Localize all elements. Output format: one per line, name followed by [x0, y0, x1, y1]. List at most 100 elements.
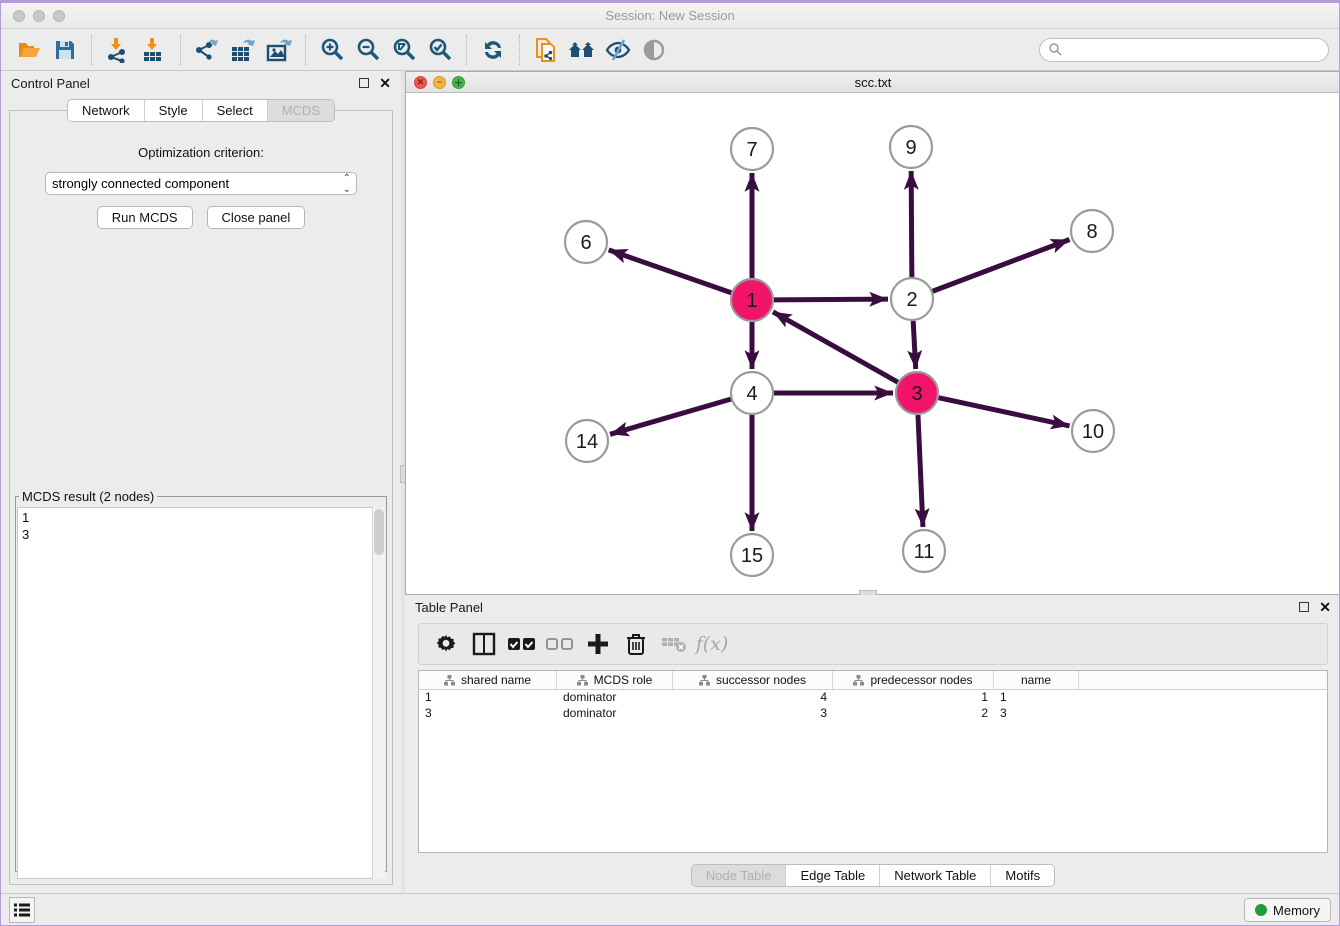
- export-table-button[interactable]: [225, 33, 261, 67]
- node-15[interactable]: 15: [731, 534, 773, 576]
- node-11[interactable]: 11: [903, 530, 945, 572]
- edge-3-1[interactable]: [773, 312, 898, 382]
- svg-text:1: 1: [746, 290, 757, 312]
- import-table-button[interactable]: [136, 33, 172, 67]
- column-header-predecessor-nodes[interactable]: predecessor nodes: [833, 671, 994, 689]
- edge-3-11[interactable]: [918, 415, 923, 527]
- tab-network-table[interactable]: Network Table: [879, 865, 990, 886]
- edge-1-2[interactable]: [774, 299, 888, 300]
- cell-successor-nodes[interactable]: 3: [673, 706, 833, 722]
- svg-text:2: 2: [906, 289, 917, 311]
- cell-predecessor-nodes[interactable]: 2: [833, 706, 994, 722]
- node-3[interactable]: 3: [896, 372, 938, 414]
- network-canvas[interactable]: 7 9 6 8 1 2 4 3 14 10 15 11: [406, 93, 1340, 594]
- zoom-out-button[interactable]: [350, 33, 386, 67]
- cell-predecessor-nodes[interactable]: 1: [833, 690, 994, 706]
- delete-table-button[interactable]: [657, 627, 691, 661]
- node-1[interactable]: 1: [731, 279, 773, 321]
- tab-style[interactable]: Style: [144, 100, 202, 121]
- split-column-button[interactable]: [467, 627, 501, 661]
- node-14[interactable]: 14: [566, 420, 608, 462]
- zoom-selected-button[interactable]: [422, 33, 458, 67]
- criterion-dropdown[interactable]: strongly connected component ⌃⌄: [45, 172, 357, 195]
- tab-edge-table[interactable]: Edge Table: [785, 865, 879, 886]
- deselect-all-button[interactable]: [543, 627, 577, 661]
- search-icon: [1048, 42, 1063, 57]
- zoom-window-button[interactable]: [53, 10, 65, 22]
- tab-node-table[interactable]: Node Table: [692, 865, 786, 886]
- node-10[interactable]: 10: [1072, 410, 1114, 452]
- table-row[interactable]: 3dominator323: [419, 706, 1327, 722]
- column-header-name[interactable]: name: [994, 671, 1079, 689]
- table-row[interactable]: 1dominator411: [419, 690, 1327, 706]
- network-overview-button[interactable]: [564, 33, 600, 67]
- plus-icon: [586, 632, 610, 656]
- node-6[interactable]: 6: [565, 221, 607, 263]
- trash-icon: [625, 632, 647, 656]
- result-scrollbar-thumb[interactable]: [374, 509, 384, 555]
- export-image-icon: [266, 37, 292, 63]
- cell-shared-name[interactable]: 1: [419, 690, 557, 706]
- import-network-button[interactable]: [100, 33, 136, 67]
- edge-1-6[interactable]: [609, 250, 732, 293]
- float-table-panel-icon[interactable]: [1299, 602, 1309, 612]
- status-bar: Memory: [1, 893, 1339, 926]
- result-scrollbar[interactable]: [372, 507, 385, 879]
- column-label: predecessor nodes: [870, 673, 972, 687]
- column-header-MCDS-role[interactable]: MCDS role: [557, 671, 673, 689]
- close-panel-button[interactable]: Close panel: [207, 206, 306, 229]
- refresh-button[interactable]: [475, 33, 511, 67]
- save-session-button[interactable]: [47, 33, 83, 67]
- cell-MCDS-role[interactable]: dominator: [557, 706, 673, 722]
- clone-network-button[interactable]: [528, 33, 564, 67]
- node-8[interactable]: 8: [1071, 210, 1113, 252]
- tab-mcds[interactable]: MCDS: [267, 100, 334, 121]
- hide-panels-button[interactable]: [600, 33, 636, 67]
- edge-4-14[interactable]: [610, 399, 731, 434]
- cell-successor-nodes[interactable]: 4: [673, 690, 833, 706]
- cell-name[interactable]: 1: [994, 690, 1079, 706]
- close-window-button[interactable]: [13, 10, 25, 22]
- zoom-fit-button[interactable]: [386, 33, 422, 67]
- titlebar: Session: New Session: [1, 3, 1339, 29]
- column-header-shared-name[interactable]: shared name: [419, 671, 557, 689]
- memory-button[interactable]: Memory: [1244, 898, 1331, 922]
- export-network-button[interactable]: [189, 33, 225, 67]
- select-all-button[interactable]: [505, 627, 539, 661]
- node-2[interactable]: 2: [891, 278, 933, 320]
- zoom-in-button[interactable]: [314, 33, 350, 67]
- column-header-successor-nodes[interactable]: successor nodes: [673, 671, 833, 689]
- search-box[interactable]: [1039, 38, 1329, 62]
- add-column-button[interactable]: [581, 627, 615, 661]
- tab-motifs[interactable]: Motifs: [990, 865, 1054, 886]
- minimize-window-button[interactable]: [33, 10, 45, 22]
- close-panel-icon[interactable]: ✕: [379, 78, 391, 88]
- birds-eye-button[interactable]: [636, 33, 672, 67]
- run-mcds-button[interactable]: Run MCDS: [97, 206, 193, 229]
- search-input[interactable]: [1063, 42, 1320, 58]
- edge-2-8[interactable]: [933, 239, 1070, 291]
- table-settings-button[interactable]: [429, 627, 463, 661]
- export-image-button[interactable]: [261, 33, 297, 67]
- cell-MCDS-role[interactable]: dominator: [557, 690, 673, 706]
- close-table-panel-icon[interactable]: ✕: [1319, 602, 1331, 612]
- node-9[interactable]: 9: [890, 126, 932, 168]
- edge-2-9[interactable]: [911, 171, 912, 277]
- delete-column-button[interactable]: [619, 627, 653, 661]
- toolbar-separator: [466, 35, 467, 65]
- edge-3-10[interactable]: [939, 398, 1070, 426]
- import-table-icon: [141, 37, 167, 63]
- tab-select[interactable]: Select: [202, 100, 267, 121]
- tab-network[interactable]: Network: [68, 100, 144, 121]
- cell-shared-name[interactable]: 3: [419, 706, 557, 722]
- edge-2-3[interactable]: [913, 321, 916, 369]
- node-4[interactable]: 4: [731, 372, 773, 414]
- function-builder-button[interactable]: f(x): [695, 627, 729, 661]
- task-history-button[interactable]: [9, 897, 35, 923]
- svg-text:7: 7: [746, 139, 757, 161]
- float-panel-icon[interactable]: [359, 78, 369, 88]
- cell-name[interactable]: 3: [994, 706, 1079, 722]
- node-7[interactable]: 7: [731, 128, 773, 170]
- open-session-button[interactable]: [11, 33, 47, 67]
- table-header-row: shared nameMCDS rolesuccessor nodes prede…: [419, 671, 1327, 690]
